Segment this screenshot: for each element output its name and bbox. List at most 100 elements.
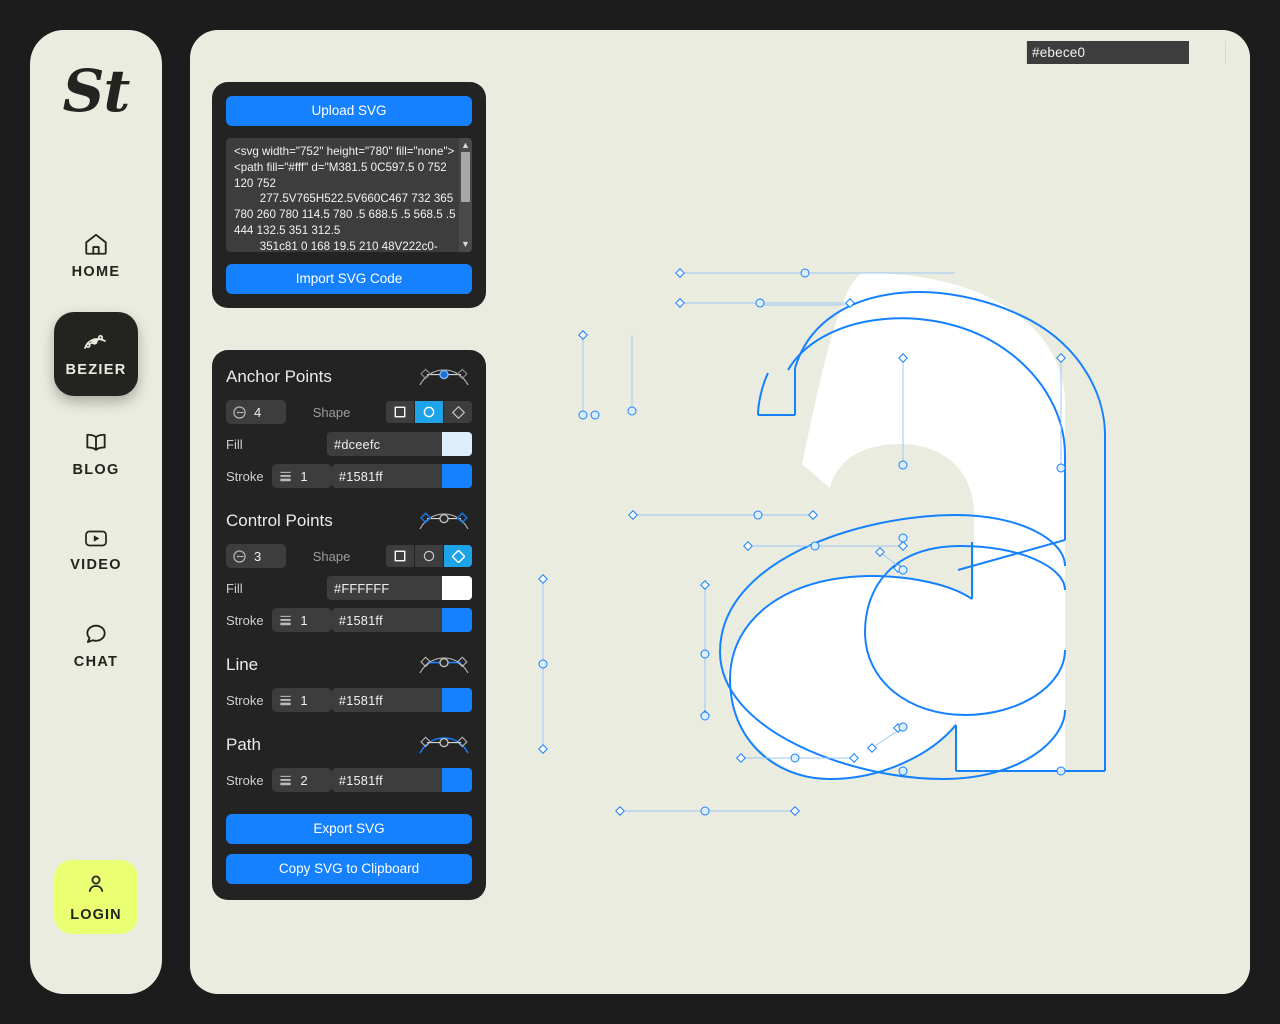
path-stroke-color-field[interactable]: #1581ff <box>331 768 473 792</box>
login-button[interactable]: LOGIN <box>54 860 138 934</box>
anchor-fill-row: Fill #dceefc <box>226 432 472 456</box>
control-size-stepper[interactable]: 3 <box>226 544 286 568</box>
control-shape-group <box>386 545 472 567</box>
control-fill-row: Fill #FFFFFF <box>226 576 472 600</box>
control-shape-diamond[interactable] <box>444 545 472 567</box>
sidebar-item-label: HOME <box>71 263 121 280</box>
sidebar-item-blog[interactable]: BLOG <box>54 414 138 492</box>
bezier-canvas[interactable]: #ebece0 <box>520 30 1250 994</box>
control-size-row: 3 Shape <box>226 544 472 568</box>
login-label: LOGIN <box>70 906 122 923</box>
sidebar-item-bezier[interactable]: BEZIER <box>54 312 138 396</box>
line-stroke-width-stepper[interactable]: 1 <box>272 688 332 712</box>
anchor-fill-label: Fill <box>226 436 243 452</box>
path-stroke-label: Stroke <box>226 772 264 788</box>
section-line: Line Stroke 1 #1581ff <box>226 654 473 712</box>
control-fill-hex: #FFFFFF <box>334 580 390 596</box>
section-header: Anchor Points <box>226 366 472 388</box>
brand-logo[interactable]: St <box>63 62 131 120</box>
export-svg-button[interactable]: Export SVG <box>226 814 472 844</box>
control-point-curve-icon <box>416 510 472 532</box>
workspace: Upload SVG <svg width="752" height="780"… <box>190 30 1250 994</box>
glyph-outline <box>728 273 1065 779</box>
control-shape-label: Shape <box>312 548 351 564</box>
sidebar-item-label: CHAT <box>73 653 119 670</box>
anchor-stroke-label: Stroke <box>226 468 264 484</box>
path-curve-icon <box>416 734 472 756</box>
anchor-shape-label: Shape <box>312 404 351 420</box>
anchor-stroke-width-value: 1 <box>300 468 308 484</box>
control-shape-circle[interactable] <box>415 545 443 567</box>
section-title: Anchor Points <box>226 367 332 386</box>
anchor-point-curve-icon <box>416 366 472 388</box>
scroll-up-icon[interactable]: ▲ <box>461 141 470 150</box>
upload-svg-button[interactable]: Upload SVG <box>226 96 472 126</box>
glyph-path-svg <box>538 268 1106 816</box>
sidebar-item-home[interactable]: HOME <box>54 216 138 294</box>
control-fill-swatch[interactable] <box>442 576 472 600</box>
path-stroke-hex: #1581ff <box>338 772 383 788</box>
stroke-width-icon <box>280 471 292 481</box>
panel-actions: Export SVG Copy SVG to Clipboard <box>226 814 472 884</box>
control-stroke-width-stepper[interactable]: 1 <box>272 608 332 632</box>
control-stroke-row: Stroke 1 #1581ff <box>226 608 473 632</box>
anchor-stroke-row: Stroke 1 #1581ff <box>226 464 473 488</box>
section-title: Control Points <box>226 511 333 530</box>
section-title: Line <box>226 655 259 674</box>
control-stroke-swatch[interactable] <box>442 608 473 632</box>
anchor-shape-diamond[interactable] <box>444 401 472 423</box>
anchor-fill-swatch[interactable] <box>442 432 472 456</box>
background-color-swatch[interactable] <box>1189 41 1225 64</box>
section-header: Control Points <box>226 510 472 532</box>
background-color-hex: #ebece0 <box>1027 41 1189 64</box>
sidebar-nav: HOME BEZIER BLOG VIDEO CHAT <box>54 216 138 702</box>
anchor-stroke-width-stepper[interactable]: 1 <box>272 464 332 488</box>
anchor-fill-color-field[interactable]: #dceefc <box>327 432 472 456</box>
line-stroke-color-field[interactable]: #1581ff <box>331 688 473 712</box>
anchor-shape-square[interactable] <box>386 401 414 423</box>
sidebar-item-label: BEZIER <box>65 361 127 378</box>
section-anchor-points: Anchor Points 4 Shape Fill #dceefc Strok… <box>226 366 473 488</box>
path-stroke-width-value: 2 <box>300 772 308 788</box>
section-header: Line <box>226 654 472 676</box>
control-fill-color-field[interactable]: #FFFFFF <box>327 576 472 600</box>
svg-code-textarea[interactable]: <svg width="752" height="780" fill="none… <box>226 138 472 252</box>
style-panel: Anchor Points 4 Shape Fill #dceefc Strok… <box>212 350 486 900</box>
control-shape-square[interactable] <box>386 545 414 567</box>
control-stroke-hex: #1581ff <box>338 612 383 628</box>
scroll-down-icon[interactable]: ▼ <box>461 240 470 249</box>
stroke-width-icon <box>280 615 292 625</box>
path-stroke-swatch[interactable] <box>442 768 473 792</box>
sidebar-item-video[interactable]: VIDEO <box>54 510 138 588</box>
line-stroke-hex: #1581ff <box>338 692 383 708</box>
anchor-shape-circle[interactable] <box>415 401 443 423</box>
code-scrollbar-thumb[interactable] <box>461 152 470 202</box>
size-reset-icon <box>233 405 246 419</box>
import-svg-code-button[interactable]: Import SVG Code <box>226 264 472 294</box>
anchor-stroke-swatch[interactable] <box>442 464 473 488</box>
control-stroke-width-value: 1 <box>300 612 308 628</box>
control-fill-label: Fill <box>226 580 243 596</box>
sidebar: St HOME BEZIER BLOG VIDEO CHAT LOGIN <box>30 30 162 994</box>
control-stroke-color-field[interactable]: #1581ff <box>331 608 473 632</box>
sidebar-item-label: BLOG <box>72 461 120 478</box>
section-path: Path Stroke 2 #1581ff <box>226 734 473 792</box>
sidebar-item-chat[interactable]: CHAT <box>54 606 138 684</box>
video-icon <box>82 526 110 550</box>
anchor-stroke-color-field[interactable]: #1581ff <box>331 464 473 488</box>
size-reset-icon <box>233 549 246 563</box>
path-stroke-row: Stroke 2 #1581ff <box>226 768 473 792</box>
section-control-points: Control Points 3 Shape Fill #FFFFFF Stro… <box>226 510 473 632</box>
anchor-size-value: 4 <box>254 404 262 420</box>
line-stroke-swatch[interactable] <box>442 688 473 712</box>
anchor-size-stepper[interactable]: 4 <box>226 400 286 424</box>
line-stroke-row: Stroke 1 #1581ff <box>226 688 473 712</box>
chat-icon <box>83 621 109 647</box>
background-color-field[interactable]: #ebece0 <box>1026 41 1226 64</box>
copy-svg-button[interactable]: Copy SVG to Clipboard <box>226 854 472 884</box>
path-stroke-width-stepper[interactable]: 2 <box>272 768 332 792</box>
stroke-width-icon <box>280 695 292 705</box>
code-scrollbar[interactable]: ▲ ▼ <box>459 138 472 252</box>
section-header: Path <box>226 734 472 756</box>
stroke-width-icon <box>280 775 292 785</box>
